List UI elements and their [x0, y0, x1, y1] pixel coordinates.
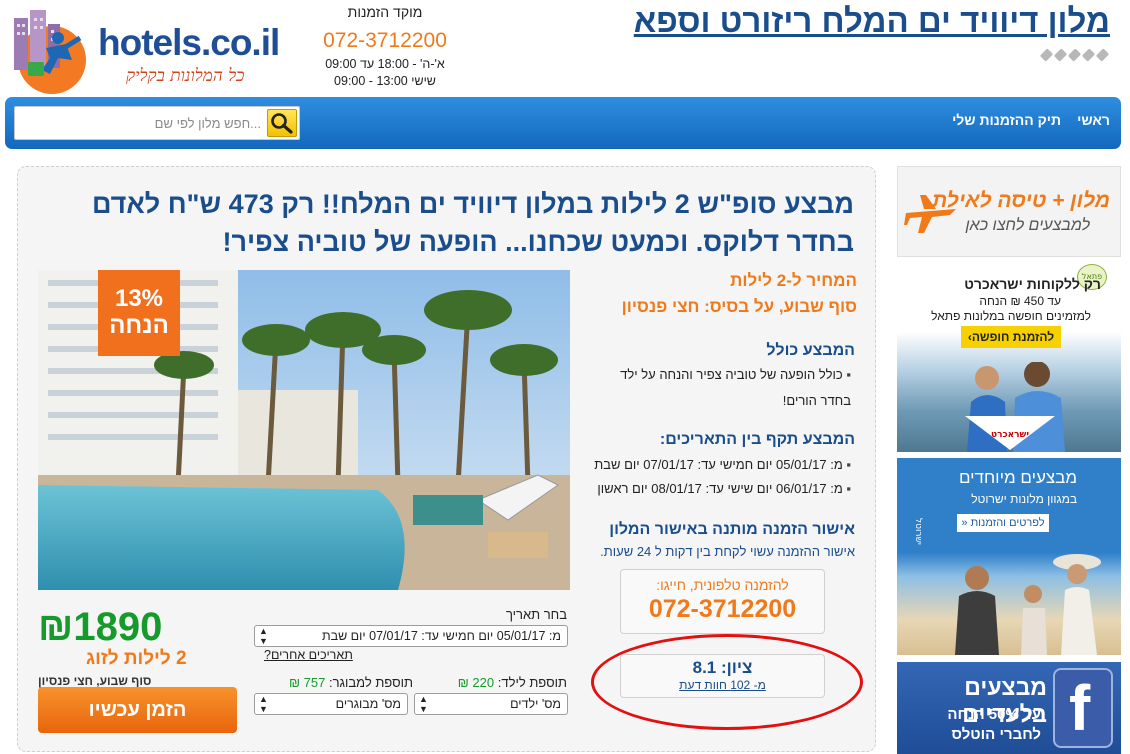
includes-heading: המבצע כולל — [766, 342, 855, 359]
hotel-search — [14, 106, 300, 140]
phone-booking-box: להזמנה טלפונית, חייגו: 072-3712200 — [620, 569, 825, 634]
nav-my-bookings[interactable]: תיק ההזמנות שלי — [952, 112, 1061, 128]
adults-select-value: מס' מבוגרים — [335, 697, 401, 711]
family-beach-photo — [955, 554, 1101, 655]
phone-booking-label: להזמנה טלפונית, חייגו: — [656, 577, 789, 593]
hotel-stars — [1039, 48, 1110, 62]
price-couple-label: 2 לילות לזוג — [86, 648, 187, 669]
select-arrows-icon: ▲ ▼ — [259, 694, 268, 714]
adults-count-select[interactable]: מס' מבוגרים ▲ ▼ — [254, 693, 408, 715]
logo-emblem-icon — [14, 10, 86, 94]
ad-isracard-sub1: עד 450 ₪ הנחה — [979, 294, 1061, 308]
ad-eilat-title: מלון + טיסה לאילת — [932, 189, 1110, 212]
call-center-phone[interactable]: 072-3712200 — [300, 29, 470, 53]
star-icon — [1081, 48, 1096, 62]
price-value: 1890 — [73, 605, 163, 649]
ad-isracard[interactable]: פתאל רק ללקוחות ישראכרט עד 450 ₪ הנחה למ… — [897, 264, 1121, 452]
logo-wordmark: hotels.co.il — [98, 22, 280, 63]
valid-dates-heading: המבצע תקף בין התאריכים: — [659, 431, 855, 448]
approval-text: אישור ההזמנה עשוי לקחת בין דקות ל 24 שעו… — [600, 544, 855, 559]
ad-isrotel-button[interactable]: לפרטים והזמנות « — [957, 514, 1049, 532]
child-surcharge: תוספת לילד: 220 ₪ — [458, 675, 567, 690]
isrotel-logo: ישרוטל — [913, 518, 923, 545]
price-note: סוף שבוע, חצי פנסיון — [38, 674, 152, 688]
logo-tagline: כל המלונות בקליק — [126, 66, 245, 86]
includes-item: כולל הופעה של טוביה צפיר והנחה על ילד בח… — [591, 362, 851, 414]
ad-facebook[interactable]: f מבצעים בלעדיים עד 50% הנחה לחברי הוטלס — [897, 662, 1121, 754]
star-icon — [1053, 48, 1068, 62]
date-select-label: בחר תאריך — [505, 607, 567, 622]
call-center-info: מוקד הזמנות 072-3712200 א'-ה' - 18:00 עד… — [300, 4, 470, 90]
search-icon — [271, 113, 293, 134]
hours-friday: שישי 13:00 - 09:00 — [334, 74, 436, 88]
star-icon — [1095, 48, 1110, 62]
call-center-title: מוקד הזמנות — [347, 4, 423, 20]
valid-date-item: מ: 06/01/17 יום שישי עד: 08/01/17 יום רא… — [597, 476, 851, 502]
valid-date-item: מ: 05/01/17 יום חמישי עד: 07/01/17 יום ש… — [594, 452, 851, 478]
hotel-title[interactable]: מלון דיוויד ים המלח ריזורט וספא — [634, 2, 1110, 40]
deal-title: מבצע סופ"ש 2 לילות במלון דיוויד ים המלח!… — [91, 189, 854, 257]
facebook-icon: f — [1053, 668, 1113, 748]
adult-surcharge-price: 757 ₪ — [288, 675, 326, 690]
child-surcharge-price: 220 ₪ — [457, 675, 495, 690]
main-navbar: ראשי תיק ההזמנות שלי — [5, 97, 1121, 149]
adult-surcharge-label: תוספת למבוגר: — [328, 675, 413, 690]
currency-symbol: ₪ — [38, 605, 74, 649]
children-count-select[interactable]: מס' ילדים ▲ ▼ — [414, 693, 568, 715]
date-select[interactable]: מ: 05/01/17 יום חמישי עד: 07/01/17 יום ש… — [254, 625, 568, 647]
ad-eilat-sub: למבצעים לחצו כאן — [965, 217, 1091, 234]
discount-percent: 13% — [114, 285, 164, 312]
discount-badge: 13% הנחה — [98, 270, 180, 356]
star-icon — [1067, 48, 1082, 62]
ad-isrotel-title: מבצעים מיוחדים — [958, 468, 1077, 487]
children-select-value: מס' ילדים — [510, 697, 561, 711]
highlight-circle — [591, 634, 863, 730]
hours-weekdays: א'-ה' - 18:00 עד 09:00 — [325, 57, 445, 71]
ad-isracard-title: רק ללקוחות ישראכרט — [964, 276, 1101, 292]
ad-facebook-sub1: עד 50% הנחה — [947, 706, 1041, 723]
price-basis-heading: סוף שבוע, על בסיס: חצי פנסיון — [621, 297, 857, 316]
search-button[interactable] — [267, 109, 297, 137]
child-surcharge-label: תוספת לילד: — [497, 675, 567, 690]
select-arrows-icon: ▲ ▼ — [259, 626, 268, 646]
ad-isrotel[interactable]: מבצעים מיוחדים במגוון מלונות ישרוטל לפרט… — [897, 458, 1121, 655]
ad-isracard-sub2: למזמינים חופשה במלונות פתאל — [931, 309, 1091, 323]
price-nights-heading: המחיר ל-2 לילות — [730, 271, 857, 290]
ad-isrotel-sub: במגוון מלונות ישרוטל — [971, 492, 1077, 506]
approval-heading: אישור הזמנה מותנה באישור המלון — [609, 521, 855, 538]
deal-price: ₪1890 — [38, 605, 162, 650]
hotel-photo[interactable]: 13% הנחה — [38, 270, 570, 590]
ad-facebook-sub2: לחברי הוטלס — [951, 726, 1041, 743]
hotel-search-input[interactable] — [15, 107, 269, 139]
select-arrows-icon: ▲ ▼ — [419, 694, 428, 714]
star-icon — [1039, 48, 1054, 62]
ad-isracard-button[interactable]: להזמנת חופשה› — [961, 326, 1061, 348]
ad-eilat-flight[interactable]: מלון + טיסה לאילת למבצעים לחצו כאן — [897, 166, 1121, 257]
site-logo[interactable]: hotels.co.il כל המלונות בקליק — [6, 8, 280, 96]
book-now-button[interactable]: הזמן עכשיו — [38, 687, 237, 733]
nav-home[interactable]: ראשי — [1077, 112, 1110, 128]
deal-panel: מבצע סופ"ש 2 לילות במלון דיוויד ים המלח!… — [17, 166, 876, 752]
discount-word: הנחה — [109, 312, 169, 339]
adult-surcharge: תוספת למבוגר: 757 ₪ — [289, 675, 413, 690]
phone-booking-number[interactable]: 072-3712200 — [621, 595, 824, 624]
date-select-value: מ: 05/01/17 יום חמישי עד: 07/01/17 יום ש… — [321, 629, 561, 643]
other-dates-link[interactable]: תאריכים אחרים? — [264, 648, 353, 662]
